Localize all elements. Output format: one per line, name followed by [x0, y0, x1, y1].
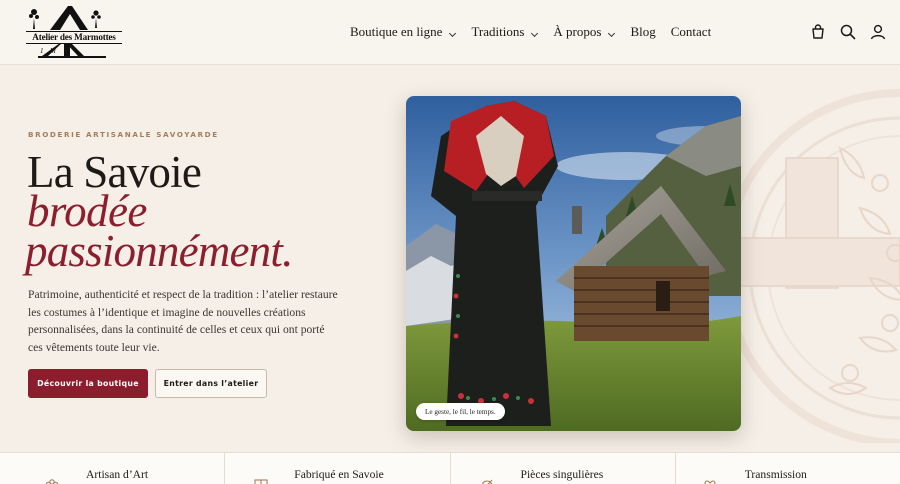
discover-shop-button[interactable]: Découvrir la boutique [28, 369, 148, 398]
brand-logo[interactable]: 1 M Atelier des Marmottes [26, 4, 122, 60]
user-icon[interactable] [869, 23, 887, 41]
needle-icon [481, 479, 492, 484]
feature-fabrique: Fabriqué en Savoie [225, 453, 451, 484]
site-header: 1 M Atelier des Marmottes Boutique en li… [0, 0, 900, 65]
search-icon[interactable] [839, 23, 857, 41]
svg-text:M: M [49, 47, 57, 55]
feature-label: Fabriqué en Savoie [294, 468, 384, 481]
savoie-flag-icon [254, 479, 268, 484]
feature-label: Artisan d’Art [86, 468, 149, 481]
hero-title-line3: passionnément. [25, 226, 293, 276]
nav-label: Boutique en ligne [350, 24, 443, 39]
chevron-down-icon [449, 29, 457, 37]
shopping-bag-icon[interactable] [809, 23, 827, 41]
image-caption: Le geste, le fil, le temps. [416, 403, 505, 420]
nav-item-traditions[interactable]: Traditions [471, 24, 539, 40]
heart-hands-icon [704, 480, 716, 484]
chevron-down-icon [531, 29, 539, 37]
nav-item-boutique[interactable]: Boutique en ligne [350, 24, 457, 40]
costume-chalet-illustration [406, 96, 741, 431]
feature-transmission: Transmission [676, 453, 900, 484]
brand-name: Atelier des Marmottes [26, 31, 122, 44]
nav-label: Blog [630, 24, 656, 39]
chevron-down-icon [608, 29, 616, 37]
nav-label: Traditions [471, 24, 525, 39]
nav-item-contact[interactable]: Contact [671, 24, 711, 40]
hero-eyebrow: BRODERIE ARTISANALE SAVOYARDE [28, 130, 219, 139]
nav-item-blog[interactable]: Blog [630, 24, 655, 40]
hero-image [406, 96, 741, 431]
svg-text:1: 1 [40, 47, 44, 55]
feature-artisan: Artisan d’Art [0, 453, 226, 484]
hero-lead: Patrimoine, authenticité et respect de l… [28, 288, 338, 354]
enter-workshop-button[interactable]: Entrer dans l’atelier [155, 369, 267, 398]
features-strip: Artisan d’Art Fabriqué en Savoie Pièces … [0, 452, 900, 484]
savoie-emblem-decoration [721, 89, 900, 443]
feature-label: Transmission [744, 468, 807, 481]
feature-pieces: Pièces singulières [451, 453, 676, 484]
feature-label: Pièces singulières [520, 468, 604, 481]
nav-item-a-propos[interactable]: À propos [553, 24, 616, 40]
main-nav: Boutique en ligne Traditions À propos Bl… [350, 24, 726, 40]
nav-label: Contact [670, 24, 712, 39]
flower-icon [45, 479, 59, 484]
nav-label: À propos [553, 24, 602, 39]
